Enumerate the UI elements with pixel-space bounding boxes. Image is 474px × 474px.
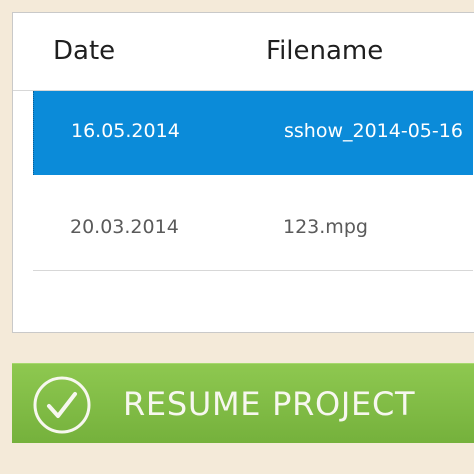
table-header: Date Filename — [13, 13, 474, 91]
column-header-filename[interactable]: Filename — [266, 36, 383, 66]
resume-project-label: RESUME PROJECT — [123, 385, 416, 423]
row-filename: sshow_2014-05-16 — [284, 120, 463, 142]
resume-project-button[interactable]: RESUME PROJECT — [12, 363, 474, 443]
row-filename: 123.mpg — [283, 216, 368, 238]
project-list-panel: Date Filename 16.05.2014 sshow_2014-05-1… — [12, 12, 474, 333]
row-date: 16.05.2014 — [71, 120, 180, 142]
table-row-selected[interactable]: 16.05.2014 sshow_2014-05-16 — [33, 91, 473, 175]
column-header-date[interactable]: Date — [53, 36, 115, 66]
table-row[interactable]: 20.03.2014 123.mpg — [33, 187, 473, 271]
row-date: 20.03.2014 — [70, 216, 179, 238]
checkmark-circle-icon — [33, 376, 91, 434]
